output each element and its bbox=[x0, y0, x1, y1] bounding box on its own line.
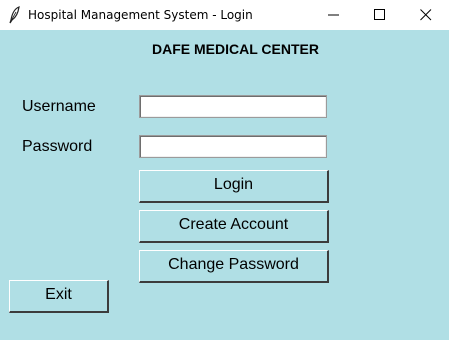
close-icon bbox=[420, 9, 432, 21]
window-titlebar[interactable]: Hospital Management System - Login bbox=[0, 0, 449, 30]
login-panel: DAFE MEDICAL CENTER Username Password Lo… bbox=[0, 30, 449, 340]
feather-icon bbox=[8, 6, 22, 24]
username-field[interactable] bbox=[139, 95, 327, 118]
maximize-icon bbox=[374, 9, 385, 20]
page-title: DAFE MEDICAL CENTER bbox=[152, 41, 319, 57]
close-button[interactable] bbox=[403, 0, 449, 30]
maximize-button[interactable] bbox=[357, 0, 403, 30]
create-account-button[interactable]: Create Account bbox=[139, 210, 329, 243]
password-label: Password bbox=[22, 138, 93, 155]
window-title: Hospital Management System - Login bbox=[28, 8, 253, 22]
password-field[interactable] bbox=[139, 135, 327, 158]
minimize-button[interactable] bbox=[311, 0, 357, 30]
minimize-icon bbox=[328, 14, 339, 16]
change-password-button[interactable]: Change Password bbox=[139, 250, 329, 283]
username-label: Username bbox=[22, 98, 96, 115]
login-button[interactable]: Login bbox=[139, 170, 329, 203]
exit-button[interactable]: Exit bbox=[9, 280, 109, 313]
